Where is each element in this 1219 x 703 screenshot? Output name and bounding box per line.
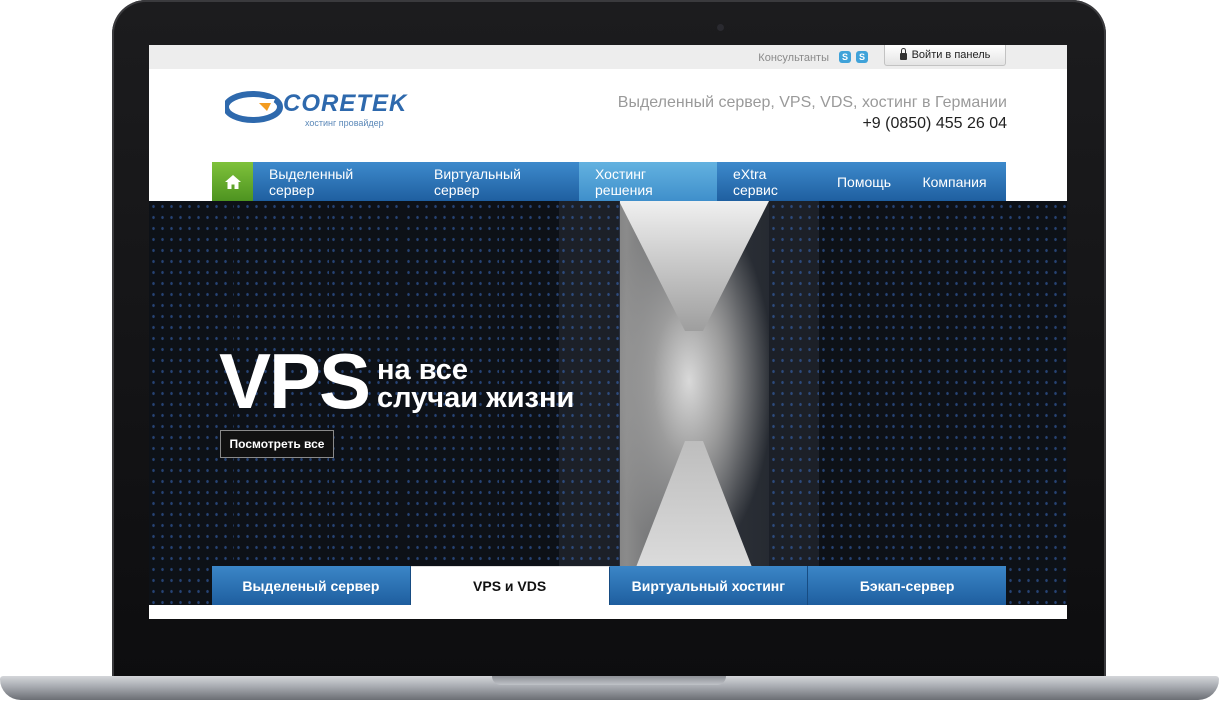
nav-home-button[interactable] [212,162,253,201]
top-utility-bar: Консультанты S S Войти в панель [149,45,1067,69]
nav-item-help[interactable]: Помощь [825,162,903,201]
nav-item-virtual-server[interactable]: Виртуальный сервер [418,162,579,201]
laptop-notch [492,676,726,685]
consultants-label: Консультанты [758,52,829,64]
server-rack [979,201,1067,605]
hero-subtitle: на все случаи жизни [377,354,575,414]
tab-dedicated-server[interactable]: Выделеный сервер [212,566,411,605]
camera-icon [717,24,724,31]
logo-wordmark: CORETEK [283,90,408,117]
nav-item-extra-service[interactable]: eXtra сервис [717,162,825,201]
lock-icon [899,48,907,60]
tab-vps-vds[interactable]: VPS и VDS [410,566,610,605]
header-tagline: Выделенный сервер, VPS, VDS, хостинг в Г… [617,94,1007,111]
hero-subtitle-line2: случаи жизни [377,382,575,414]
product-tabs: Выделеный сервер VPS и VDS Виртуальный х… [212,566,1006,605]
hero-ceiling-light [619,201,769,331]
server-rack [889,201,980,605]
login-label: Войти в панель [911,49,991,61]
view-all-button[interactable]: Посмотреть все [220,430,334,458]
login-panel-button[interactable]: Войти в панель [884,45,1006,66]
hero-banner: VPS на все случаи жизни Посмотреть все [149,201,1067,605]
tab-backup-server[interactable]: Бэкап-сервер [808,566,1006,605]
logo[interactable]: CORETEK хостинг провайдер [225,87,408,129]
skype-icon[interactable]: S [839,51,851,63]
main-nav: Выделенный сервер Виртуальный сервер Хос… [212,162,1006,201]
nav-item-hosting-solutions[interactable]: Хостинг решения [579,162,717,201]
home-icon [224,174,241,189]
website-screen: Консультанты S S Войти в панель CORETEK … [149,45,1067,619]
header-phone[interactable]: +9 (0850) 455 26 04 [862,115,1007,133]
nav-item-company[interactable]: Компания [903,162,1006,201]
tab-virtual-hosting[interactable]: Виртуальный хостинг [609,566,809,605]
logo-subtitle: хостинг провайдер [305,118,384,128]
hero-subtitle-line1: на все [377,354,469,386]
server-rack [769,201,820,605]
hero-title: VPS [219,337,371,425]
server-rack [819,201,890,605]
skype-icon[interactable]: S [856,51,868,63]
logo-swoosh-icon [225,91,283,123]
nav-item-dedicated-server[interactable]: Выделенный сервер [253,162,418,201]
